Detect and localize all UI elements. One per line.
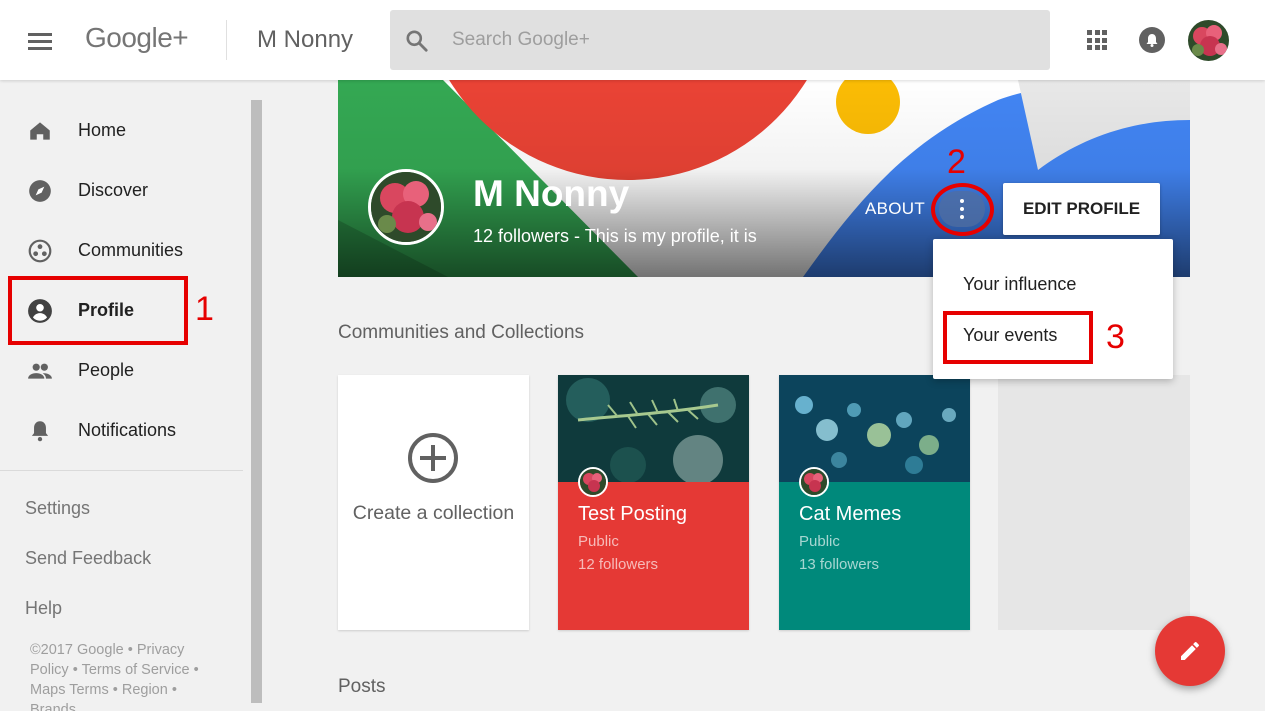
home-icon — [30, 122, 50, 140]
create-collection-label: Create a collection — [352, 502, 515, 524]
header-divider — [226, 20, 227, 60]
help-link[interactable]: Help — [25, 598, 62, 619]
sidebar-item-label: Discover — [78, 180, 149, 200]
settings-link[interactable]: Settings — [25, 498, 90, 519]
about-button[interactable]: ABOUT — [865, 199, 925, 219]
communities-icon — [28, 239, 52, 263]
collection-title: Cat Memes — [799, 503, 902, 525]
sidebar-item-label: Notifications — [78, 420, 177, 440]
sidebar-item-home[interactable]: Home — [0, 100, 243, 160]
collection-owner-avatar — [799, 467, 829, 497]
annotation-ellipse-2 — [931, 183, 994, 236]
sidebar-item-communities[interactable]: Communities — [0, 220, 243, 280]
menu-item-your-influence[interactable]: Your influence — [963, 274, 1076, 295]
account-avatar[interactable] — [1188, 20, 1229, 61]
collection-card-test-posting[interactable]: Test Posting Public 12 followers — [558, 375, 749, 630]
collection-placeholder-card — [998, 375, 1190, 630]
people-icon — [28, 363, 52, 379]
create-collection-card[interactable]: Create a collection — [338, 375, 529, 630]
menu-icon[interactable] — [28, 33, 52, 50]
profile-name: M Nonny — [473, 173, 630, 214]
search-bar[interactable] — [390, 10, 1050, 70]
collection-followers: 12 followers — [578, 556, 659, 573]
notifications-bell-icon[interactable] — [1139, 27, 1165, 53]
search-input[interactable] — [452, 26, 1012, 54]
sidebar-item-label: Communities — [78, 240, 184, 260]
sidebar-divider — [0, 470, 243, 471]
add-circle-icon — [408, 433, 458, 483]
compass-icon — [29, 180, 51, 202]
sidebar-item-label: People — [78, 360, 135, 380]
sidebar-item-label: Home — [78, 120, 127, 140]
annotation-box-3 — [943, 311, 1093, 364]
collection-card-cat-memes[interactable]: Cat Memes Public 13 followers — [779, 375, 970, 630]
google-plus-logo[interactable]: Google+ — [85, 22, 189, 54]
search-icon[interactable] — [404, 28, 430, 54]
copyright-text: ©2017 Google — [30, 642, 124, 658]
sidebar-scrollbar[interactable] — [251, 100, 262, 703]
apps-grid-icon[interactable] — [1087, 30, 1107, 50]
sidebar-footer: ©2017 Google • Privacy Policy • Terms of… — [30, 640, 220, 711]
collection-owner-avatar — [578, 467, 608, 497]
posts-section-title: Posts — [338, 676, 386, 697]
annotation-number-3: 3 — [1106, 318, 1125, 356]
sidebar-item-notifications[interactable]: Notifications — [0, 400, 243, 460]
collection-cover-image — [779, 375, 970, 482]
terms-of-service-link[interactable]: Terms of Service — [82, 662, 190, 678]
collection-title: Test Posting — [578, 503, 687, 525]
sidebar-nav: Home Discover Communities Profile People… — [0, 80, 262, 711]
brands-link[interactable]: Brands — [30, 702, 76, 711]
profile-tagline: 12 followers - This is my profile, it is — [473, 226, 757, 246]
profile-avatar[interactable] — [368, 169, 444, 245]
sidebar-item-discover[interactable]: Discover — [0, 160, 243, 220]
page-title: M Nonny — [257, 26, 354, 53]
collection-visibility: Public — [799, 533, 840, 550]
maps-terms-link[interactable]: Maps Terms — [30, 682, 109, 698]
collection-cover-image — [558, 375, 749, 482]
collections-section-title: Communities and Collections — [338, 322, 585, 343]
bell-icon — [31, 421, 49, 442]
region-link[interactable]: Region — [122, 682, 168, 698]
annotation-box-1 — [8, 276, 188, 345]
collection-followers: 13 followers — [799, 556, 880, 573]
collection-visibility: Public — [578, 533, 619, 550]
annotation-number-1: 1 — [195, 290, 214, 328]
edit-profile-button[interactable]: EDIT PROFILE — [1003, 183, 1160, 235]
sidebar-item-people[interactable]: People — [0, 340, 243, 400]
send-feedback-link[interactable]: Send Feedback — [25, 548, 151, 569]
pencil-icon — [1181, 641, 1199, 660]
top-app-bar: Google+ M Nonny — [0, 0, 1265, 80]
annotation-number-2: 2 — [947, 143, 966, 181]
compose-post-button[interactable] — [1155, 616, 1225, 686]
